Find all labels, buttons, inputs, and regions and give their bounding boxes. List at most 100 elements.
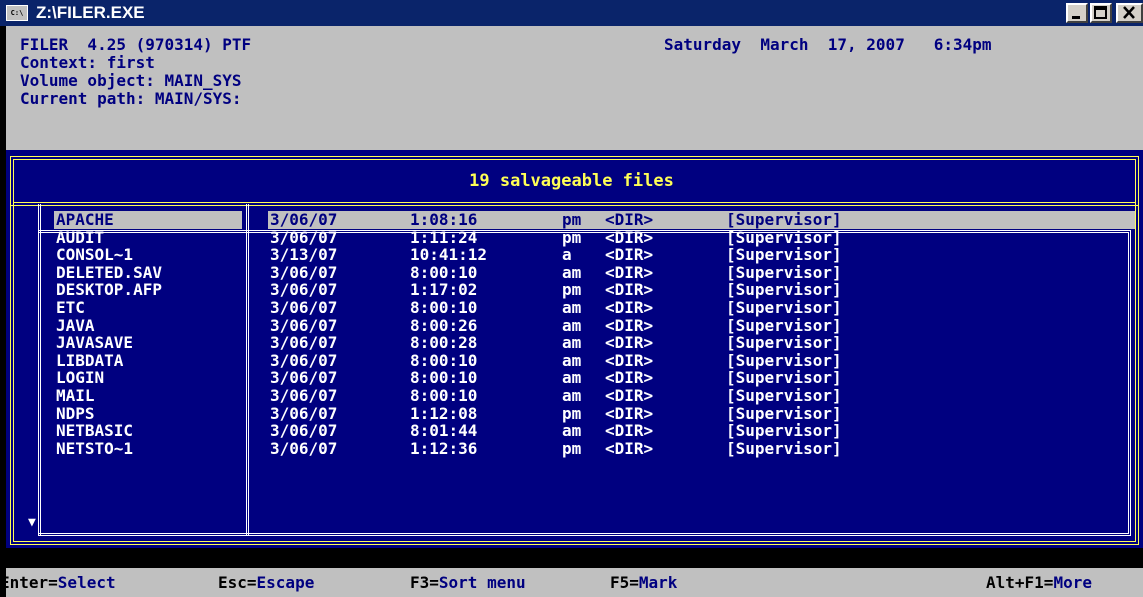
maximize-button[interactable]	[1090, 3, 1112, 23]
app-version: FILER 4.25 (970314) PTF	[20, 35, 252, 54]
file-ampm: am	[562, 368, 582, 388]
minimize-button[interactable]	[1066, 3, 1088, 23]
file-name: JAVA	[56, 315, 95, 335]
file-owner: [Supervisor]	[726, 368, 842, 388]
file-row[interactable]: NDPS 3/06/07 1:12:08 pm <DIR> [Supervisor]	[6, 403, 1137, 423]
file-ampm: pm	[562, 210, 582, 229]
alt-f1-more-hint[interactable]: Alt+F1=More	[986, 574, 1092, 592]
scroll-down-arrow-icon[interactable]: ▼	[28, 515, 36, 531]
file-row[interactable]: AUDIT 3/06/07 1:11:24 pm <DIR> [Supervisor]	[6, 227, 1137, 247]
file-ampm: am	[562, 262, 582, 282]
file-ampm: am	[562, 298, 582, 317]
file-name: NETSTO~1	[56, 438, 134, 458]
file-date: 3/13/07	[270, 245, 338, 265]
file-row[interactable]: DESKTOP.AFP 3/06/07 1:17:02 pm <DIR> [Supervi…	[6, 281, 1137, 299]
file-owner: [Supervisor]	[726, 245, 842, 265]
file-time: 8:00:10	[410, 368, 478, 388]
salvage-panel-title: 19 salvageable files	[469, 171, 674, 191]
window-title: Z:\FILER.EXE	[36, 3, 145, 22]
file-owner: [Supervisor]	[726, 386, 842, 405]
file-row[interactable]: LOGIN 3/06/07 8:00:10 am <DIR> [Supervisor]	[6, 369, 1137, 387]
function-key-bar: Enter=Select Esc=Escape F3=Sort menu F5=…	[6, 568, 1143, 597]
file-ampm: am	[562, 421, 582, 441]
file-date: 3/06/07	[270, 333, 338, 353]
file-name: LOGIN	[56, 368, 105, 388]
file-date: 3/06/07	[270, 368, 338, 388]
file-date: 3/06/07	[270, 227, 338, 247]
window-title-bar[interactable]: C:\ Z:\FILER.EXE	[0, 0, 1143, 26]
maximize-icon	[1094, 6, 1107, 19]
close-icon	[1122, 6, 1135, 19]
file-time: 8:01:44	[410, 421, 478, 441]
filer-header: FILER 4.25 (970314) PTF Saturday March 1…	[6, 26, 1143, 150]
selection-highlight	[268, 211, 1135, 229]
file-date: 3/06/07	[270, 386, 338, 405]
esc-escape-hint[interactable]: Esc=Escape	[218, 574, 314, 592]
file-ampm: am	[562, 315, 582, 335]
file-time: 1:12:36	[410, 438, 478, 458]
file-name: JAVASAVE	[56, 333, 134, 353]
file-owner: [Supervisor]	[726, 438, 842, 458]
file-row[interactable]: CONSOL~1 3/13/07 10:41:12 a <DIR> [Supervisor…	[6, 246, 1137, 264]
file-row[interactable]: DELETED.SAV 3/06/07 8:00:10 am <DIR> [Supervi…	[6, 262, 1137, 282]
context-label: Context: first	[20, 53, 155, 72]
file-row[interactable]: LIBDATA 3/06/07 8:00:10 am <DIR> [Supervisor]	[6, 350, 1137, 370]
file-type: <DIR>	[605, 350, 654, 370]
file-name: APACHE	[56, 210, 114, 229]
file-name: AUDIT	[56, 227, 105, 247]
file-row[interactable]: JAVASAVE 3/06/07 8:00:28 am <DIR> [Supervisor…	[6, 334, 1137, 352]
file-type: <DIR>	[605, 386, 654, 405]
file-type: <DIR>	[605, 421, 654, 441]
file-time: 8:00:10	[410, 298, 478, 317]
file-date: 3/06/07	[270, 210, 338, 229]
console-window[interactable]: FILER 4.25 (970314) PTF Saturday March 1…	[6, 26, 1143, 597]
file-owner: [Supervisor]	[726, 333, 842, 353]
file-ampm: a	[562, 245, 572, 265]
file-date: 3/06/07	[270, 262, 338, 282]
file-ampm: am	[562, 350, 582, 370]
file-name: NDPS	[56, 403, 95, 423]
file-name: MAIL	[56, 386, 95, 405]
file-row[interactable]: NETSTO~1 3/06/07 1:12:36 pm <DIR> [Supervisor…	[6, 438, 1137, 458]
enter-select-hint[interactable]: Enter=Select	[6, 574, 116, 592]
file-owner: [Supervisor]	[726, 280, 842, 300]
file-time: 8:00:26	[410, 315, 478, 335]
file-time: 1:17:02	[410, 280, 478, 300]
file-time: 1:11:24	[410, 227, 478, 247]
file-time: 1:12:08	[410, 403, 478, 423]
file-date: 3/06/07	[270, 438, 338, 458]
f5-mark-hint[interactable]: F5=Mark	[610, 574, 677, 592]
file-row[interactable]: JAVA 3/06/07 8:00:26 am <DIR> [Supervisor]	[6, 315, 1137, 335]
file-date: 3/06/07	[270, 350, 338, 370]
f3-sort-menu-hint[interactable]: F3=Sort menu	[410, 574, 526, 592]
minimize-icon	[1072, 16, 1080, 19]
file-time: 1:08:16	[410, 210, 478, 229]
file-name: DELETED.SAV	[56, 262, 162, 282]
close-button[interactable]	[1116, 3, 1143, 23]
file-row[interactable]: NETBASIC 3/06/07 8:01:44 am <DIR> [Supervisor…	[6, 422, 1137, 440]
file-type: <DIR>	[605, 280, 654, 300]
file-row[interactable]: APACHE 3/06/07 1:08:16 pm <DIR> [Supervisor]	[6, 211, 1137, 229]
file-owner: [Supervisor]	[726, 350, 842, 370]
file-type: <DIR>	[605, 298, 654, 317]
file-type: <DIR>	[605, 262, 654, 282]
file-ampm: pm	[562, 403, 582, 423]
file-owner: [Supervisor]	[726, 421, 842, 441]
volume-label: Volume object: MAIN_SYS	[20, 71, 242, 90]
current-date: Saturday March 17, 2007 6:34pm	[664, 35, 992, 54]
file-row[interactable]: ETC 3/06/07 8:00:10 am <DIR> [Supervisor]	[6, 299, 1137, 317]
file-ampm: am	[562, 386, 582, 405]
file-type: <DIR>	[605, 438, 654, 458]
file-name: NETBASIC	[56, 421, 134, 441]
file-ampm: pm	[562, 227, 582, 247]
file-row[interactable]: MAIL 3/06/07 8:00:10 am <DIR> [Supervisor]	[6, 387, 1137, 405]
file-ampm: am	[562, 333, 582, 353]
file-date: 3/06/07	[270, 421, 338, 441]
file-type: <DIR>	[605, 210, 654, 229]
file-owner: [Supervisor]	[726, 227, 842, 247]
file-time: 8:00:28	[410, 333, 478, 353]
file-name: DESKTOP.AFP	[56, 280, 162, 300]
file-type: <DIR>	[605, 333, 654, 353]
console-icon[interactable]: C:\	[6, 5, 28, 21]
file-date: 3/06/07	[270, 315, 338, 335]
